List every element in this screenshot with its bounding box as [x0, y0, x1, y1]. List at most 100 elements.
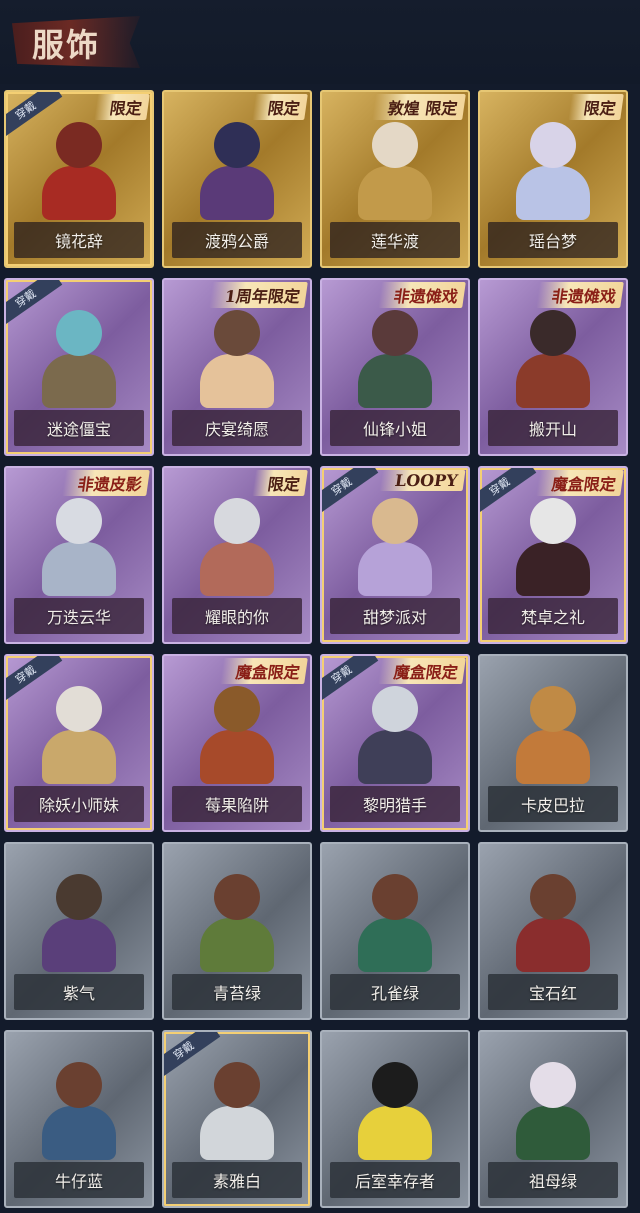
outfit-tag: 非遗皮影	[62, 470, 150, 496]
outfit-card[interactable]: 黎明猎手 魔盒限定 穿戴	[320, 654, 470, 832]
outfit-card[interactable]: 祖母绿	[478, 1030, 628, 1208]
outfit-portrait	[500, 1052, 606, 1160]
portrait-body	[516, 918, 590, 972]
outfit-card[interactable]: 甜梦派对 LOOPY 穿戴	[320, 466, 470, 644]
portrait-head	[56, 310, 102, 356]
outfit-portrait	[26, 676, 132, 784]
outfit-name: 除妖小师妹	[38, 796, 119, 815]
outfit-tag: 魔盒限定	[378, 658, 466, 684]
outfit-portrait	[26, 1052, 132, 1160]
portrait-body	[516, 542, 590, 596]
outfit-tag: 限定	[568, 94, 624, 120]
portrait-head	[530, 498, 576, 544]
portrait-head	[372, 686, 418, 732]
outfit-portrait	[342, 300, 448, 408]
outfit-name: 甜梦派对	[362, 608, 427, 627]
portrait-body	[42, 730, 116, 784]
outfit-portrait	[500, 300, 606, 408]
outfit-card[interactable]: 孔雀绿	[320, 842, 470, 1020]
outfit-name: 紫气	[62, 984, 95, 1003]
outfit-card[interactable]: 除妖小师妹 穿戴	[4, 654, 154, 832]
outfit-portrait	[342, 112, 448, 220]
outfit-portrait	[184, 488, 290, 596]
outfit-card[interactable]: 迷途僵宝 穿戴	[4, 278, 154, 456]
portrait-body	[200, 1106, 274, 1160]
outfit-card[interactable]: 后室幸存者	[320, 1030, 470, 1208]
outfit-portrait	[26, 112, 132, 220]
portrait-body	[358, 1106, 432, 1160]
outfit-card[interactable]: 镜花辞 限定 穿戴	[4, 90, 154, 268]
outfit-card[interactable]: 搬开山 非遗傩戏	[478, 278, 628, 456]
outfit-portrait	[342, 488, 448, 596]
outfit-tag: 限定	[252, 94, 308, 120]
portrait-body	[200, 354, 274, 408]
portrait-head	[372, 874, 418, 920]
outfit-portrait	[184, 864, 290, 972]
portrait-head	[372, 310, 418, 356]
outfit-portrait	[500, 488, 606, 596]
outfit-card[interactable]: 瑶台梦 限定	[478, 90, 628, 268]
portrait-head	[56, 874, 102, 920]
portrait-head	[214, 498, 260, 544]
outfit-card[interactable]: 渡鸦公爵 限定	[162, 90, 312, 268]
portrait-body	[358, 542, 432, 596]
outfit-portrait	[500, 864, 606, 972]
portrait-head	[372, 1062, 418, 1108]
outfit-card[interactable]: 卡皮巴拉	[478, 654, 628, 832]
portrait-head	[56, 1062, 102, 1108]
outfit-name: 瑶台梦	[528, 232, 577, 251]
portrait-head	[372, 498, 418, 544]
outfit-tag: 1周年限定	[209, 282, 308, 308]
page-title: 服饰	[32, 26, 101, 64]
outfit-tag: 限定	[252, 470, 308, 496]
portrait-body	[42, 1106, 116, 1160]
outfit-card[interactable]: 素雅白 穿戴	[162, 1030, 312, 1208]
outfit-name: 万迭云华	[46, 608, 111, 627]
portrait-body	[200, 918, 274, 972]
outfit-card[interactable]: 耀眼的你 限定	[162, 466, 312, 644]
portrait-head	[530, 310, 576, 356]
portrait-body	[42, 918, 116, 972]
portrait-body	[42, 542, 116, 596]
portrait-body	[358, 166, 432, 220]
outfit-portrait	[184, 112, 290, 220]
portrait-head	[56, 686, 102, 732]
outfit-portrait	[26, 300, 132, 408]
portrait-body	[358, 354, 432, 408]
outfit-card[interactable]: 莓果陷阱 魔盒限定	[162, 654, 312, 832]
outfit-name: 后室幸存者	[354, 1172, 435, 1191]
outfit-card[interactable]: 仙锋小姐 非遗傩戏	[320, 278, 470, 456]
outfit-card[interactable]: 青苔绿	[162, 842, 312, 1020]
outfit-name: 莓果陷阱	[204, 796, 269, 815]
outfit-name: 渡鸦公爵	[204, 232, 269, 251]
portrait-body	[516, 354, 590, 408]
outfit-portrait	[26, 488, 132, 596]
outfit-card[interactable]: 牛仔蓝	[4, 1030, 154, 1208]
outfit-portrait	[184, 1052, 290, 1160]
portrait-head	[530, 122, 576, 168]
portrait-head	[56, 498, 102, 544]
outfit-tag: 魔盒限定	[220, 658, 308, 684]
portrait-head	[214, 310, 260, 356]
outfit-tag: 魔盒限定	[536, 470, 624, 496]
portrait-body	[516, 1106, 590, 1160]
outfit-name: 庆宴绮愿	[204, 420, 269, 439]
portrait-body	[42, 166, 116, 220]
page-header: 服饰	[0, 0, 640, 84]
outfit-portrait	[342, 676, 448, 784]
outfit-card[interactable]: 庆宴绮愿 1周年限定	[162, 278, 312, 456]
outfit-card[interactable]: 紫气	[4, 842, 154, 1020]
outfit-card[interactable]: 梵卓之礼 魔盒限定 穿戴	[478, 466, 628, 644]
outfit-card[interactable]: 宝石红	[478, 842, 628, 1020]
portrait-head	[214, 686, 260, 732]
outfit-card[interactable]: 万迭云华 非遗皮影	[4, 466, 154, 644]
portrait-body	[358, 918, 432, 972]
portrait-body	[516, 730, 590, 784]
outfit-name: 莲华渡	[370, 232, 419, 251]
outfit-portrait	[184, 676, 290, 784]
outfit-name: 黎明猎手	[362, 796, 427, 815]
outfit-name: 耀眼的你	[204, 608, 269, 627]
portrait-head	[530, 686, 576, 732]
outfit-card[interactable]: 莲华渡 敦煌 限定	[320, 90, 470, 268]
outfit-name: 宝石红	[528, 984, 577, 1003]
